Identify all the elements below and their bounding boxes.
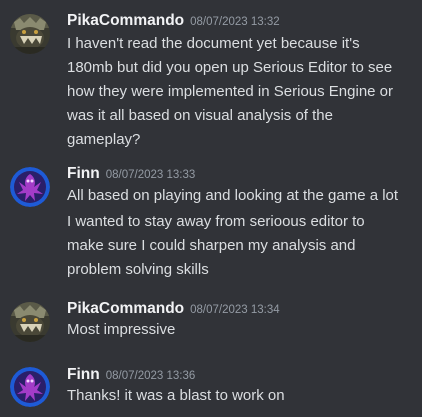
message-header: PikaCommando 08/07/2023 13:32 [67, 10, 280, 33]
message-text-line: was it all based on visual analysis of t… [67, 107, 333, 124]
timestamp[interactable]: 08/07/2023 13:32 [190, 16, 280, 28]
username[interactable]: PikaCommando [67, 300, 184, 317]
chat-message-list: PikaCommando 08/07/2023 13:32 I haven't r… [0, 0, 422, 417]
timestamp[interactable]: 08/07/2023 13:36 [106, 370, 196, 382]
message-text-line: All based on playing and looking at the … [67, 187, 399, 204]
message-text-line: Thanks! it was a blast to work on [67, 387, 285, 404]
message-text-line: Most impressive [67, 321, 176, 338]
username[interactable]: Finn [67, 165, 100, 182]
timestamp[interactable]: 08/07/2023 13:34 [190, 304, 280, 316]
armored-creature-avatar-icon[interactable] [10, 14, 50, 54]
followup-message-text-line: problem solving skills [67, 261, 209, 278]
message-text-line: I haven't read the document yet because … [67, 35, 360, 52]
message-header: Finn 08/07/2023 13:36 [67, 364, 195, 387]
message-text-line: gameplay? [67, 131, 141, 148]
message-text-line: how they were implemented in Serious Eng… [67, 83, 394, 100]
purple-creature-avatar-icon[interactable] [10, 367, 50, 407]
armored-creature-avatar-icon[interactable] [10, 302, 50, 342]
message-text-line: 180mb but did you open up Serious Editor… [67, 59, 393, 76]
followup-message-text-line: make sure I could sharpen my analysis an… [67, 237, 356, 254]
purple-creature-avatar-icon[interactable] [10, 167, 50, 207]
timestamp[interactable]: 08/07/2023 13:33 [106, 169, 196, 181]
followup-message-text-line: I wanted to stay away from serioous edit… [67, 213, 365, 230]
message-header: Finn 08/07/2023 13:33 [67, 163, 195, 186]
username[interactable]: PikaCommando [67, 12, 184, 29]
message-header: PikaCommando 08/07/2023 13:34 [67, 298, 280, 321]
username[interactable]: Finn [67, 366, 100, 383]
